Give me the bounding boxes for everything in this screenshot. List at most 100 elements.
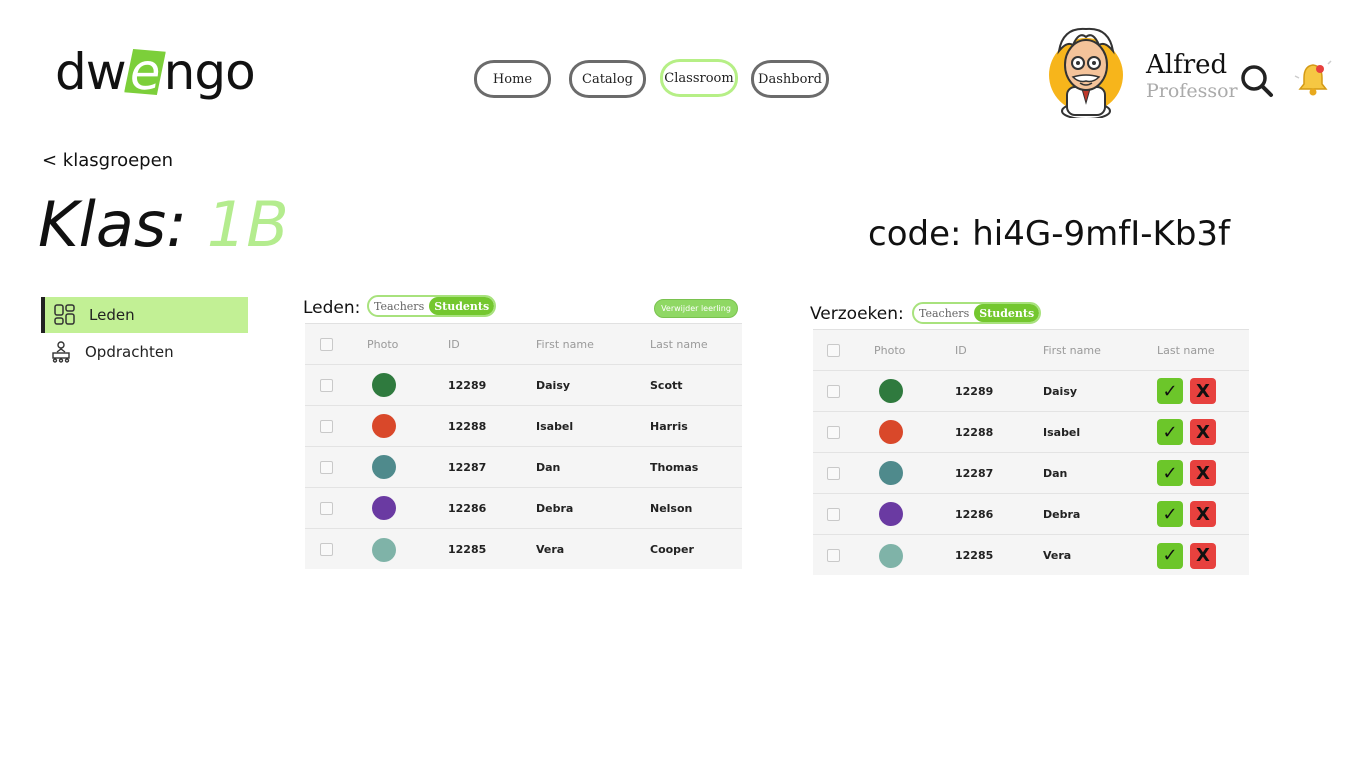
student-first-name: Debra xyxy=(536,501,574,515)
accept-request-button[interactable]: ✓ xyxy=(1157,542,1183,569)
table-row[interactable]: 12288 Isabel Harris xyxy=(305,406,742,447)
row-checkbox[interactable] xyxy=(320,501,333,515)
column-header: First name xyxy=(536,337,594,351)
table-header-row: Photo ID First name Last name xyxy=(305,324,742,365)
table-row[interactable]: 12286 Debra Nelson xyxy=(305,488,742,529)
student-photo xyxy=(879,461,903,485)
members-role-toggle[interactable]: Teachers Students xyxy=(367,295,497,317)
student-first-name: Debra xyxy=(1043,507,1081,521)
back-to-klasgroepen-link[interactable]: < klasgroepen xyxy=(42,150,173,171)
table-row[interactable]: 12285 Vera ✓ X xyxy=(813,535,1249,575)
row-checkbox[interactable] xyxy=(320,378,333,392)
professor-avatar-icon[interactable] xyxy=(1049,23,1124,120)
student-photo xyxy=(372,414,396,438)
table-row[interactable]: 12289 Daisy ✓ X xyxy=(813,371,1249,412)
student-last-name: Harris xyxy=(650,419,688,433)
table-row[interactable]: 12289 Daisy Scott xyxy=(305,365,742,406)
select-all-checkbox[interactable] xyxy=(827,343,840,357)
student-first-name: Isabel xyxy=(1043,425,1081,439)
student-last-name: Nelson xyxy=(650,501,693,515)
class-code: code: hi4G-9mfI-Kb3f xyxy=(868,214,1230,254)
nav-catalog[interactable]: Catalog xyxy=(569,60,646,98)
table-row[interactable]: 12285 Vera Cooper xyxy=(305,529,742,569)
reject-request-button[interactable]: X xyxy=(1190,501,1216,527)
student-id: 12288 xyxy=(448,419,487,433)
row-checkbox[interactable] xyxy=(827,384,840,398)
student-first-name: Dan xyxy=(536,460,561,474)
select-all-checkbox[interactable] xyxy=(320,337,333,351)
row-checkbox[interactable] xyxy=(320,419,333,433)
sidebar-item-opdrachten[interactable]: Opdrachten xyxy=(41,334,248,370)
accept-request-button[interactable]: ✓ xyxy=(1157,419,1183,445)
student-photo xyxy=(879,420,903,444)
column-header: Last name xyxy=(650,337,708,351)
toggle-teachers[interactable]: Teachers xyxy=(369,297,429,315)
column-header: Photo xyxy=(874,343,906,357)
logo-text-end: ngo xyxy=(163,43,256,101)
accept-request-button[interactable]: ✓ xyxy=(1157,378,1183,404)
student-photo xyxy=(372,496,396,520)
reject-request-button[interactable]: X xyxy=(1190,542,1216,569)
nav-classroom[interactable]: Classroom xyxy=(660,59,738,97)
sidebar-item-label: Opdrachten xyxy=(85,343,174,361)
student-id: 12289 xyxy=(955,384,994,398)
klas-label: Klas: xyxy=(38,188,207,261)
accept-request-button[interactable]: ✓ xyxy=(1157,501,1183,527)
row-checkbox[interactable] xyxy=(827,466,840,480)
column-header: First name xyxy=(1043,343,1101,357)
sidebar-item-label: Leden xyxy=(89,306,135,324)
student-id: 12287 xyxy=(955,466,994,480)
student-photo xyxy=(879,543,903,568)
student-first-name: Dan xyxy=(1043,466,1068,480)
page-title: Klas: 1B xyxy=(38,188,289,261)
column-header: Last name xyxy=(1157,343,1215,357)
row-checkbox[interactable] xyxy=(320,460,333,474)
student-first-name: Daisy xyxy=(536,378,571,392)
accept-request-button[interactable]: ✓ xyxy=(1157,460,1183,486)
nav-home-label: Home xyxy=(492,71,533,87)
student-last-name: Thomas xyxy=(650,460,699,474)
requests-role-toggle[interactable]: Teachers Students xyxy=(912,302,1042,324)
nav-catalog-label: Catalog xyxy=(582,71,633,87)
table-row[interactable]: 12287 Dan ✓ X xyxy=(813,453,1249,494)
assignments-icon xyxy=(41,341,81,363)
klas-value: 1B xyxy=(206,188,289,261)
table-row[interactable]: 12288 Isabel ✓ X xyxy=(813,412,1249,453)
nav-dashbord[interactable]: Dashbord xyxy=(751,60,829,98)
toggle-students[interactable]: Students xyxy=(974,304,1040,322)
student-id: 12286 xyxy=(955,507,994,521)
student-id: 12288 xyxy=(955,425,994,439)
student-first-name: Vera xyxy=(1043,549,1072,562)
members-grid-icon xyxy=(45,304,85,326)
bell-icon[interactable] xyxy=(1292,58,1334,104)
student-photo xyxy=(879,502,903,526)
student-last-name: Cooper xyxy=(650,543,694,556)
row-checkbox[interactable] xyxy=(827,549,840,562)
logo-text-start: dw xyxy=(55,43,127,101)
student-id: 12286 xyxy=(448,501,487,515)
table-header-row: Photo ID First name Last name xyxy=(813,330,1249,371)
dwengo-logo[interactable]: dw e ngo xyxy=(55,40,256,104)
table-row[interactable]: 12286 Debra ✓ X xyxy=(813,494,1249,535)
toggle-students[interactable]: Students xyxy=(429,297,495,315)
row-checkbox[interactable] xyxy=(827,507,840,521)
reject-request-button[interactable]: X xyxy=(1190,378,1216,404)
sidebar-item-leden[interactable]: Leden xyxy=(41,297,248,333)
requests-table: Photo ID First name Last name 12289 Dais… xyxy=(813,329,1249,575)
reject-request-button[interactable]: X xyxy=(1190,460,1216,486)
student-photo xyxy=(372,455,396,479)
student-first-name: Vera xyxy=(536,543,565,556)
student-id: 12285 xyxy=(448,543,487,556)
toggle-teachers[interactable]: Teachers xyxy=(914,304,974,322)
nav-home[interactable]: Home xyxy=(474,60,551,98)
table-row[interactable]: 12287 Dan Thomas xyxy=(305,447,742,488)
reject-request-button[interactable]: X xyxy=(1190,419,1216,445)
student-first-name: Daisy xyxy=(1043,384,1078,398)
search-icon[interactable] xyxy=(1240,64,1274,102)
student-id: 12285 xyxy=(955,549,994,562)
remove-student-button[interactable]: Verwijder leerling xyxy=(654,299,738,318)
row-checkbox[interactable] xyxy=(320,543,333,556)
row-checkbox[interactable] xyxy=(827,425,840,439)
column-header: ID xyxy=(955,343,967,357)
members-table: Photo ID First name Last name 12289 Dais… xyxy=(305,323,742,569)
